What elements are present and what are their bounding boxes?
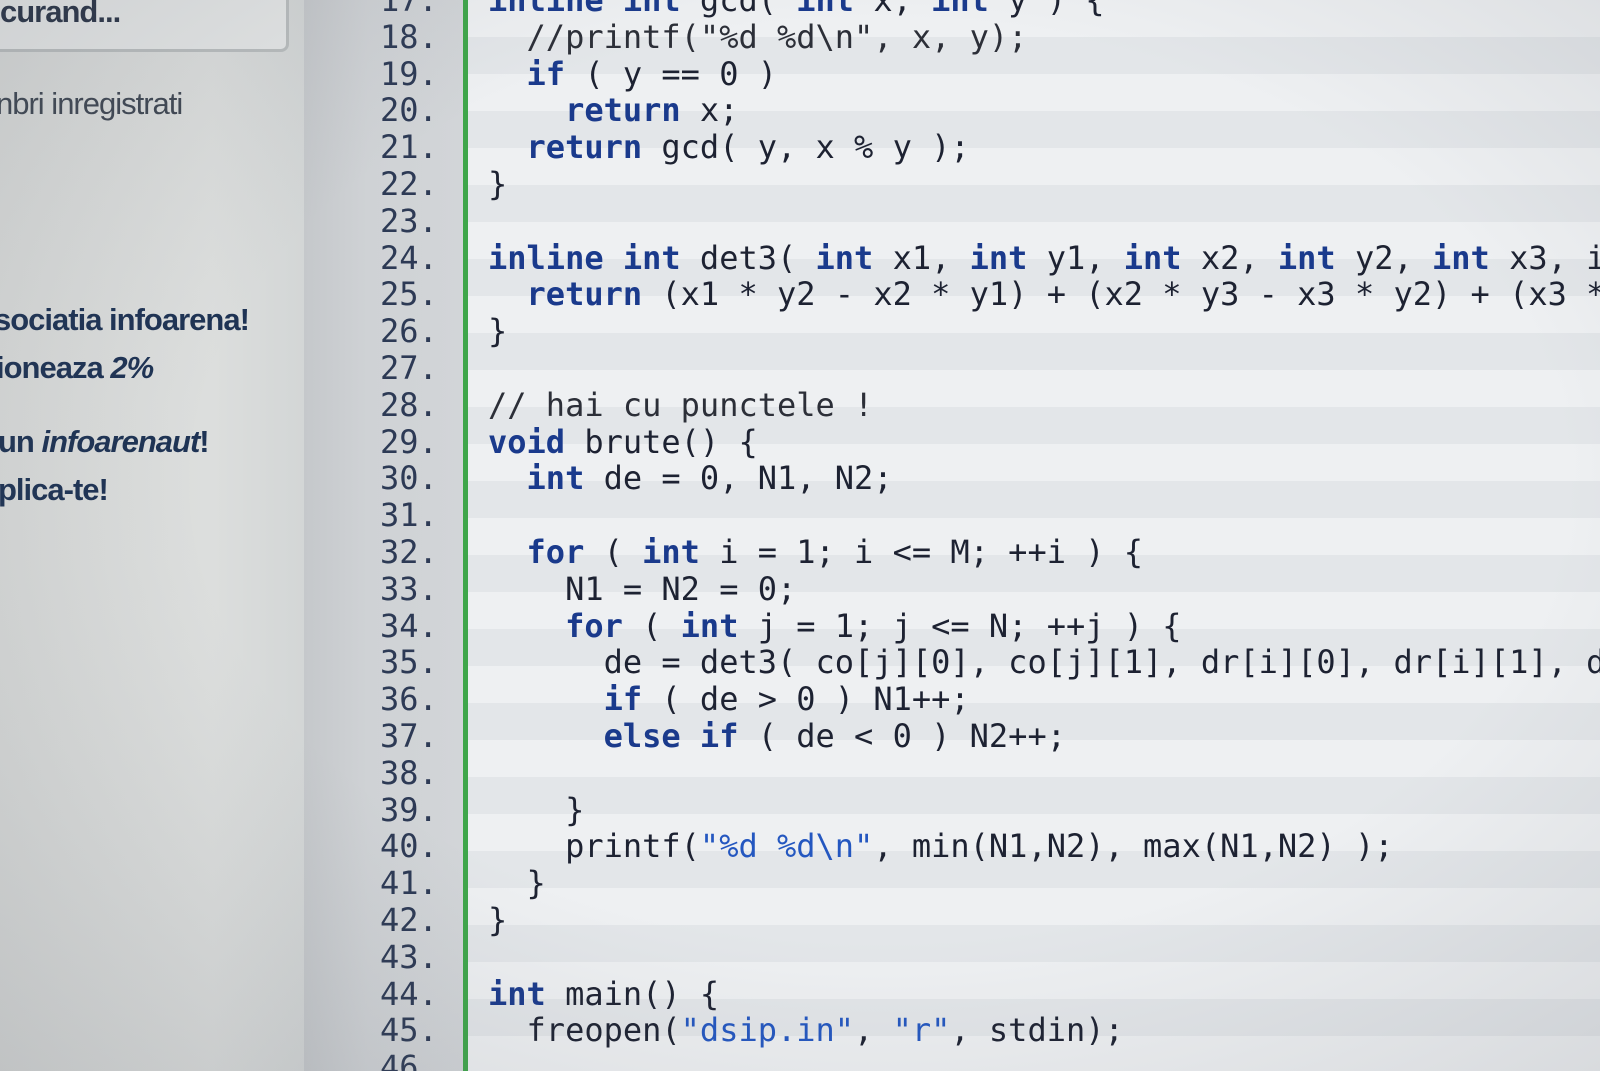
- donate-prefix: ioneaza: [0, 350, 111, 385]
- line-number: 25.: [380, 275, 438, 314]
- recent-label: curand...: [0, 0, 121, 29]
- line-number: 38.: [380, 753, 438, 792]
- code-line: if ( de > 0 ) N1++;: [603, 680, 970, 719]
- line-number: 42.: [380, 901, 438, 939]
- line-number: 33.: [380, 569, 438, 608]
- line-number: 22.: [380, 165, 438, 203]
- member-prefix: un: [0, 424, 42, 459]
- line-number: 32.: [380, 533, 438, 571]
- code-line: //printf("%d %d\n", x, y);: [488, 17, 1028, 56]
- code-line: for ( int i = 1; i <= M; ++i ) {: [526, 533, 1144, 571]
- code-line: freopen("dsip.in", "r", stdin);: [488, 1011, 1124, 1050]
- code-line: int main() {: [488, 974, 720, 1013]
- line-number: 40.: [380, 827, 438, 866]
- code-line: void brute() {: [488, 422, 758, 461]
- code-line: }: [488, 901, 508, 939]
- photo-of-code-screen: curand... nbri inregistrati sociatia inf…: [0, 0, 1600, 1071]
- line-number: 35.: [380, 643, 438, 682]
- code-line: inline int gcd( int x, int y ) {: [488, 0, 1105, 19]
- member-italic: infoarenaut: [41, 424, 201, 459]
- code-line: }: [488, 790, 585, 829]
- code-line: N1 = N2 = 0;: [488, 569, 797, 608]
- donate-link[interactable]: ioneaza 2%: [0, 350, 154, 386]
- line-number: 41.: [380, 864, 438, 903]
- code-line: }: [488, 312, 508, 351]
- line-number: 39.: [380, 790, 438, 829]
- line-number: 18.: [380, 17, 438, 56]
- registered-members-label: nbri inregistrati: [0, 86, 183, 121]
- code-line: else if ( de < 0 ) N2++;: [603, 717, 1066, 755]
- code-line: int de = 0, N1, N2;: [526, 459, 893, 498]
- line-number: 21.: [380, 128, 438, 167]
- line-number: 31.: [380, 496, 438, 535]
- donate-percent: 2%: [110, 350, 154, 385]
- code-line: }: [488, 864, 546, 903]
- line-number: 43.: [380, 937, 438, 976]
- line-number: 45.: [380, 1011, 438, 1050]
- line-number: 44.: [380, 974, 438, 1013]
- line-number: 37.: [380, 717, 438, 755]
- line-number: 30.: [380, 459, 438, 498]
- code-line: // hai cu punctele !: [488, 385, 874, 424]
- code-line: return (x1 * y2 - x2 * y1) + (x2 * y3 - …: [526, 275, 1600, 314]
- line-number: 23.: [380, 201, 438, 240]
- code-line: return gcd( y, x % y );: [526, 128, 970, 167]
- code-line: printf("%d %d\n", min(N1,N2), max(N1,N2)…: [488, 827, 1394, 866]
- line-number: 46.: [380, 1048, 438, 1071]
- code-line: for ( int j = 1; j <= N; ++j ) {: [565, 606, 1182, 645]
- association-link[interactable]: sociatia infoarena!: [0, 302, 250, 338]
- code-line: inline int det3( int x1, int y1, int x2,…: [488, 238, 1600, 277]
- code-line: return x;: [565, 91, 739, 130]
- member-suffix: !: [199, 424, 209, 459]
- line-number: 27.: [380, 349, 438, 387]
- line-number: 29.: [380, 422, 438, 461]
- apply-link[interactable]: plica-te!: [0, 472, 109, 508]
- line-number: 19.: [380, 54, 438, 93]
- line-number: 36.: [380, 680, 438, 719]
- code-line: if ( y == 0 ): [526, 54, 777, 93]
- code-line: }: [488, 165, 508, 203]
- left-sidebar: curand... nbri inregistrati sociatia inf…: [0, 0, 306, 1071]
- line-number: 24.: [380, 238, 438, 277]
- line-number: 34.: [380, 606, 438, 645]
- become-member-link[interactable]: un infoarenaut!: [0, 424, 210, 460]
- line-number: 28.: [380, 385, 438, 424]
- line-number: 20.: [380, 91, 438, 130]
- line-number: 17.: [380, 0, 438, 19]
- line-number: 26.: [380, 312, 438, 351]
- code-line: de = det3( co[j][0], co[j][1], dr[i][0],…: [488, 643, 1600, 682]
